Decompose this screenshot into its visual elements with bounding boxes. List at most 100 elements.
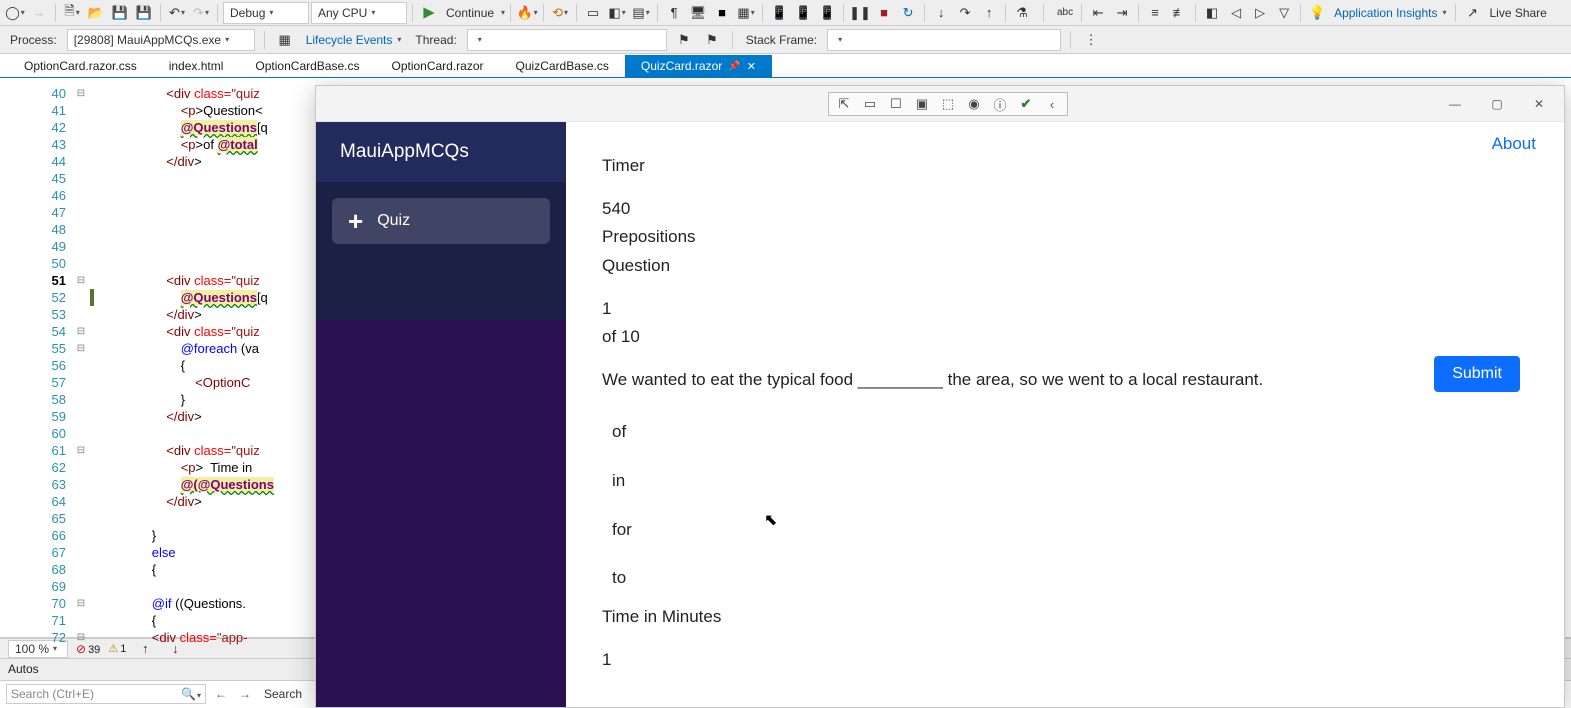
flag-icon-2[interactable]: ⚑ [701, 29, 723, 51]
bookmark-icon[interactable]: ◧ [1201, 2, 1223, 24]
option-0[interactable]: of [602, 410, 1528, 455]
tab-index-html[interactable]: index.html [153, 55, 240, 77]
devbar-icon-4[interactable]: ▣ [911, 94, 933, 114]
screen-icon-2[interactable]: ■ [711, 2, 733, 24]
devbar-ok-icon[interactable]: ✔ [1015, 94, 1037, 114]
open-folder-icon[interactable]: 📂 [85, 2, 107, 24]
question-total: of 10 [602, 325, 1528, 350]
screen-icon-3[interactable]: ▦▾ [735, 2, 757, 24]
overflow-icon[interactable]: ⋮ [1080, 29, 1102, 51]
search-next-icon[interactable]: → [236, 685, 254, 703]
nav-quiz-label: Quiz [377, 212, 410, 230]
device-icon-3[interactable]: 📱 [816, 2, 838, 24]
solution-config-dropdown[interactable]: Debug▾ [223, 2, 309, 24]
process-label: Process: [6, 33, 61, 47]
submit-button[interactable]: Submit [1434, 356, 1520, 392]
save-all-icon[interactable]: 💾 [133, 2, 155, 24]
maximize-icon[interactable]: ▢ [1476, 89, 1518, 119]
nav-quiz[interactable]: + Quiz [332, 198, 550, 244]
time-label: Time in Minutes [602, 605, 1528, 630]
tab-optioncard-css[interactable]: OptionCard.razor.css [8, 55, 153, 77]
app-content: About Timer 540 Prepositions Question 1 … [566, 122, 1564, 707]
layout-icon-2[interactable]: ◧▾ [606, 2, 628, 24]
fold-column[interactable]: ⊟⊟⊟⊟⊟⊟⊟ [72, 78, 90, 637]
time-value: 1 [602, 648, 1528, 673]
app-insights-button[interactable]: Application Insights▾ [1330, 6, 1450, 20]
new-project-icon[interactable]: 🗎▾ [61, 2, 83, 24]
comment-icon[interactable]: ≡ [1144, 2, 1166, 24]
indent-left-icon[interactable]: ⇤ [1087, 2, 1109, 24]
tab-quizcardbase-cs[interactable]: QuizCardBase.cs [500, 55, 625, 77]
solution-platform-dropdown[interactable]: Any CPU▾ [311, 2, 407, 24]
uncomment-icon[interactable]: ≢ [1168, 2, 1190, 24]
devbar-icon-1[interactable]: ⇱ [833, 94, 855, 114]
indent-right-icon[interactable]: ⇥ [1111, 2, 1133, 24]
devbar-icon-6[interactable]: ◉ [963, 94, 985, 114]
devbar-icon-2[interactable]: ▭ [859, 94, 881, 114]
pause-icon[interactable]: ❚❚ [849, 2, 871, 24]
layout-icon-1[interactable]: ▭ [582, 2, 604, 24]
option-2[interactable]: for [602, 508, 1528, 553]
devbar-icon-3[interactable]: ☐ [885, 94, 907, 114]
option-3[interactable]: to [602, 556, 1528, 601]
restart-icon[interactable]: ↻ [897, 2, 919, 24]
bookmark-clear-icon[interactable]: ▽ [1273, 2, 1295, 24]
layout-icon-3[interactable]: ▤▾ [630, 2, 652, 24]
devbar-icon-5[interactable]: ⬚ [937, 94, 959, 114]
search-prev-icon[interactable]: ← [212, 685, 230, 703]
close-window-icon[interactable]: ✕ [1518, 89, 1560, 119]
stackframe-dropdown[interactable]: ▾ [827, 29, 1061, 51]
devbar-collapse-icon[interactable]: ‹ [1041, 94, 1063, 114]
tab-optioncardbase-cs[interactable]: OptionCardBase.cs [239, 55, 375, 77]
step-into-icon[interactable]: ↓ [930, 2, 952, 24]
about-link[interactable]: About [1492, 134, 1536, 154]
question-text: We wanted to eat the typical food ______… [602, 368, 1528, 393]
redo-icon: ↷▾ [190, 2, 212, 24]
question-label: Question [602, 254, 1528, 279]
browser-link-icon[interactable]: ⟲▾ [549, 2, 571, 24]
question-number: 1 [602, 297, 1528, 322]
device-icon-2[interactable]: 📱 [792, 2, 814, 24]
nav-forward-icon: → [28, 2, 50, 24]
xaml-dev-toolbar[interactable]: ⇱ ▭ ☐ ▣ ⬚ ◉ ⓘ ✔ ‹ [828, 92, 1068, 116]
abc-icon[interactable]: abc [1054, 2, 1076, 24]
step-out-icon[interactable]: ↑ [978, 2, 1000, 24]
tool-icon-a[interactable]: ⚗ [1011, 2, 1033, 24]
tab-optioncard-razor[interactable]: OptionCard.razor [375, 55, 499, 77]
pin-icon[interactable]: 📌 [728, 61, 740, 72]
bookmark-next-icon[interactable]: ▷ [1249, 2, 1271, 24]
minimize-icon[interactable]: — [1434, 89, 1476, 119]
nav-back-icon[interactable]: ◯▾ [4, 2, 26, 24]
thread-dropdown[interactable]: ▾ [467, 29, 667, 51]
step-over-icon[interactable]: ↷ [954, 2, 976, 24]
search-input[interactable]: Search (Ctrl+E) 🔍▾ [6, 684, 206, 704]
bookmark-prev-icon[interactable]: ◁ [1225, 2, 1247, 24]
main-toolbar: ◯▾ → 🗎▾ 📂 💾 💾 ↶▾ ↷▾ Debug▾ Any CPU▾ Cont… [0, 0, 1571, 26]
flag-icon[interactable]: ⚑ [673, 29, 695, 51]
process-dropdown[interactable]: [29808] MauiAppMCQs.exe▾ [67, 29, 255, 51]
continue-label[interactable]: Continue [442, 6, 498, 20]
text-icon[interactable]: ¶ [663, 2, 685, 24]
search-icon: 🔍▾ [181, 687, 201, 701]
live-share-button[interactable]: Live Share [1485, 6, 1550, 20]
app-brand: MauiAppMCQs [316, 122, 566, 182]
lifecycle-icon[interactable]: ▦ [274, 29, 296, 51]
save-icon[interactable]: 💾 [109, 2, 131, 24]
continue-icon[interactable] [418, 2, 440, 24]
close-tab-icon[interactable]: ✕ [747, 60, 756, 73]
lifecycle-events-button[interactable]: Lifecycle Events▾ [302, 33, 406, 47]
tab-quizcard-razor[interactable]: QuizCard.razor📌✕ [625, 55, 772, 77]
live-share-icon[interactable]: ↗ [1461, 2, 1483, 24]
thread-label: Thread: [411, 33, 460, 47]
hot-reload-icon[interactable]: 🔥▾ [516, 2, 538, 24]
option-1[interactable]: in [602, 459, 1528, 504]
device-icon-1[interactable]: 📱 [768, 2, 790, 24]
screen-icon-1[interactable]: 🖥 [687, 2, 709, 24]
stop-icon[interactable]: ■ [873, 2, 895, 24]
line-number-gutter: 4041424344454647484950515253545556575859… [0, 78, 72, 637]
plus-icon: + [348, 208, 363, 234]
bulb-icon[interactable]: 💡 [1306, 2, 1328, 24]
devbar-icon-7[interactable]: ⓘ [989, 94, 1011, 114]
running-app-window: ⇱ ▭ ☐ ▣ ⬚ ◉ ⓘ ✔ ‹ — ▢ ✕ MauiAppMCQs + Qu… [315, 85, 1565, 708]
undo-icon[interactable]: ↶▾ [166, 2, 188, 24]
